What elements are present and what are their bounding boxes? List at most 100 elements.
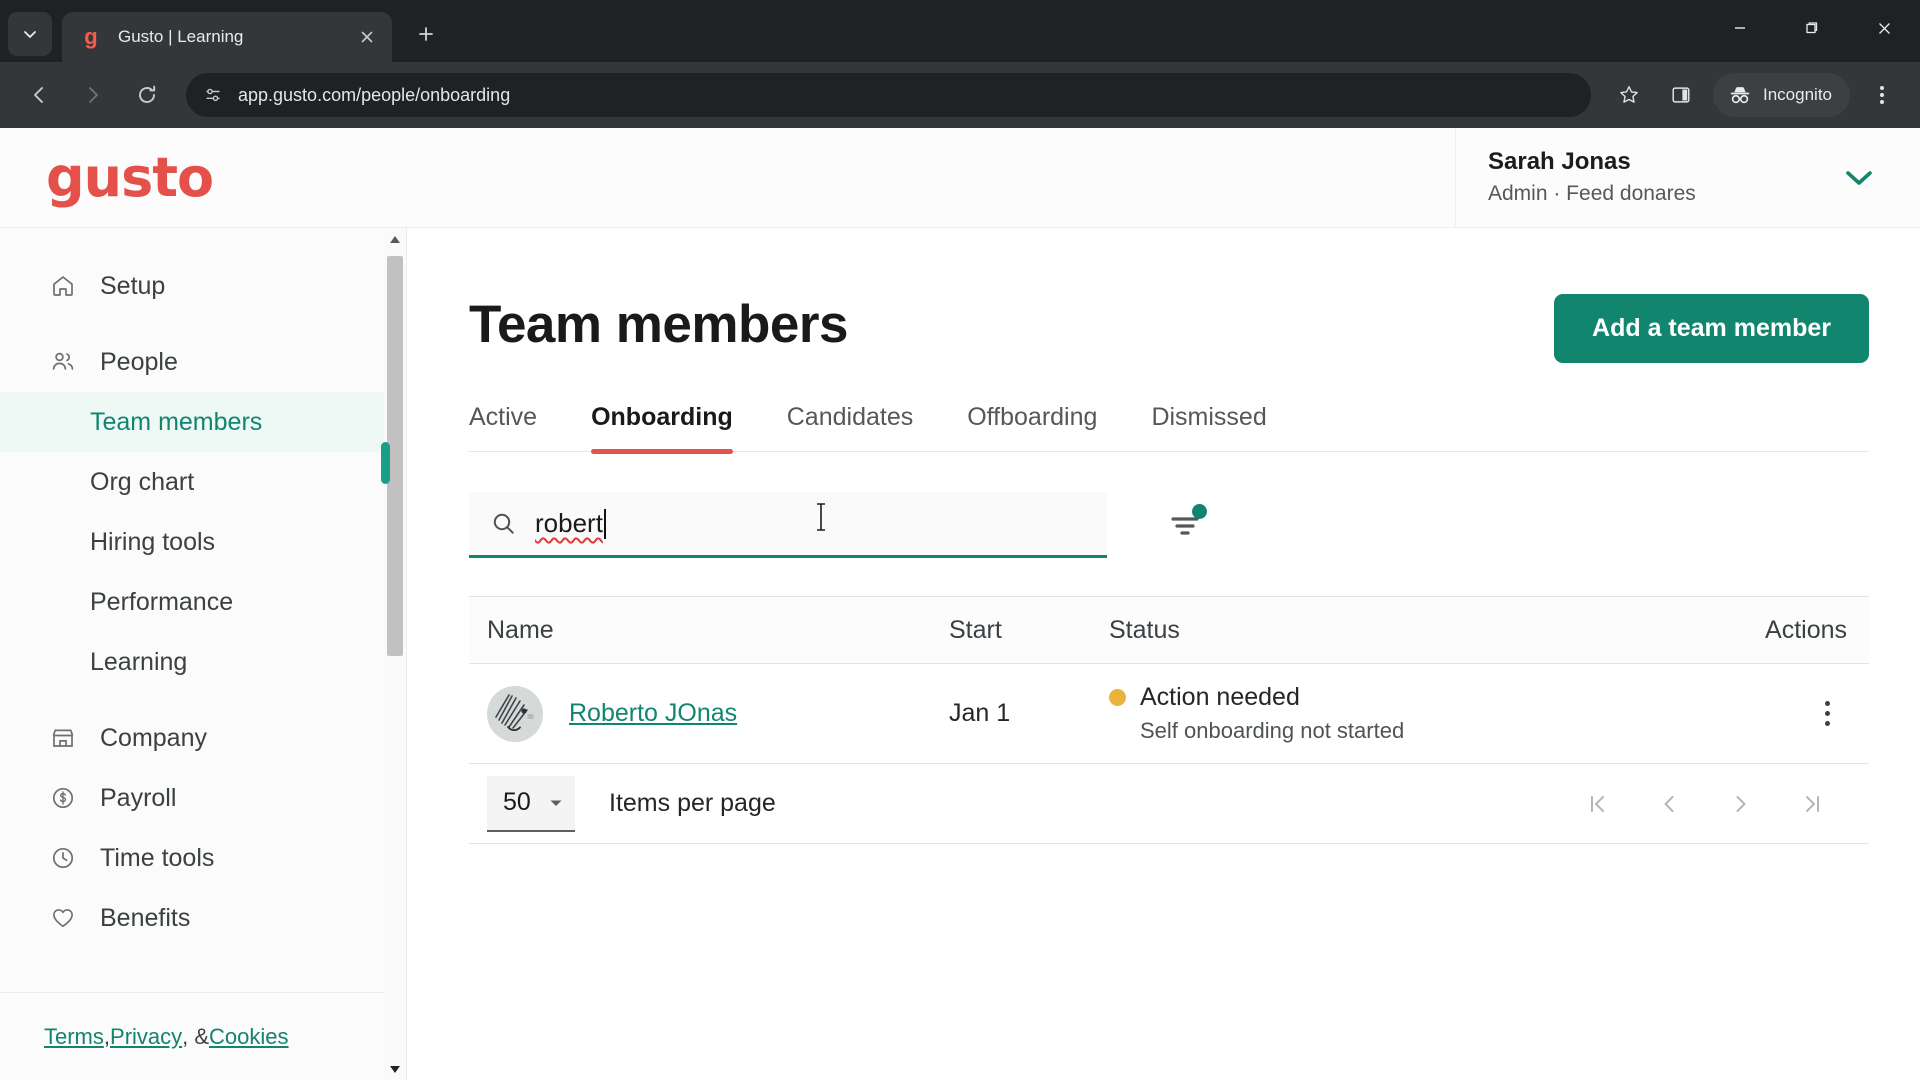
cell-actions [1689, 701, 1869, 726]
back-button[interactable] [17, 73, 61, 117]
incognito-icon [1730, 87, 1750, 104]
next-page-icon [1736, 795, 1746, 812]
sidebar-item-label: Setup [100, 271, 166, 300]
text-caret [603, 508, 606, 539]
user-menu-chevron[interactable] [1844, 169, 1874, 187]
toolbar-right-group: Incognito [1603, 73, 1908, 117]
scroll-up-icon [390, 235, 400, 243]
cell-name: Roberto JOnas [469, 685, 949, 742]
dollar-circle-icon [48, 785, 78, 811]
items-per-page-label: Items per page [609, 789, 776, 817]
window-close-button[interactable] [1848, 0, 1920, 56]
scroll-up-button[interactable] [384, 228, 406, 250]
status-sublabel: Self onboarding not started [1140, 718, 1405, 743]
side-panel-button[interactable] [1659, 73, 1703, 117]
minimize-button[interactable] [1704, 0, 1776, 56]
items-per-page-select[interactable]: 50 [487, 775, 575, 832]
footer-separator: , & [182, 1023, 210, 1049]
search-value: robert [535, 508, 603, 538]
user-name: Sarah Jonas [1488, 148, 1631, 176]
star-icon [1620, 86, 1638, 103]
chevron-down-icon [550, 800, 562, 806]
back-arrow-icon [34, 87, 43, 103]
sidebar-scrollbar[interactable] [381, 228, 406, 1080]
scroll-down-button[interactable] [384, 1058, 406, 1080]
window-close-icon [1878, 22, 1890, 34]
add-team-member-button[interactable]: Add a team member [1554, 294, 1869, 363]
three-dot-menu-icon [1880, 86, 1884, 104]
privacy-link[interactable]: Privacy [110, 1024, 182, 1050]
tune-icon [206, 88, 220, 102]
bookmark-button[interactable] [1607, 73, 1651, 117]
cookies-link[interactable]: Cookies [209, 1024, 288, 1050]
user-info: Sarah Jonas Admin · Feed donares [1488, 146, 1696, 209]
user-menu[interactable]: Sarah Jonas Admin · Feed donares [1455, 128, 1920, 228]
sidebar-item-people[interactable]: People [0, 332, 406, 392]
last-page-icon [1806, 795, 1819, 812]
main-content: Team members Add a team member Active On… [407, 228, 1920, 1080]
sidebar-item-label: Payroll [100, 783, 177, 812]
maximize-button[interactable] [1776, 0, 1848, 56]
sidebar-item-benefits[interactable]: Benefits [0, 888, 406, 948]
url-text: app.gusto.com/people/onboarding [238, 84, 511, 105]
sidebar-item-label: Company [100, 723, 207, 752]
kebab-menu-icon [1824, 701, 1830, 706]
first-page-icon [1591, 795, 1604, 812]
browser-tab[interactable]: g Gusto | Learning [62, 12, 392, 62]
forward-arrow-icon [89, 87, 98, 103]
gusto-logo[interactable]: gusto [46, 150, 214, 205]
first-page-button[interactable] [1561, 774, 1633, 834]
sidebar-item-performance[interactable]: Performance [0, 572, 406, 632]
sidebar-item-hiring-tools[interactable]: Hiring tools [0, 512, 406, 572]
filter-button[interactable] [1159, 498, 1213, 552]
sidebar-item-payroll[interactable]: Payroll [0, 768, 406, 828]
page-title-row: Team members Add a team member [469, 294, 1869, 363]
window-controls [1704, 0, 1920, 56]
tab-onboarding[interactable]: Onboarding [591, 403, 733, 454]
chevron-down-icon [1846, 170, 1872, 185]
tab-candidates[interactable]: Candidates [787, 403, 913, 451]
search-input[interactable]: robert [469, 492, 1107, 558]
status-dot-icon [1109, 689, 1126, 706]
chevron-down-icon [24, 31, 36, 38]
tab-active[interactable]: Active [469, 403, 537, 451]
previous-page-button[interactable] [1633, 774, 1705, 834]
last-page-button[interactable] [1777, 774, 1849, 834]
tab-close-button[interactable] [354, 24, 380, 50]
heart-icon [48, 905, 78, 931]
gusto-favicon: g [84, 24, 98, 49]
sidebar-item-company[interactable]: Company [0, 708, 406, 768]
team-member-name-link[interactable]: Roberto JOnas [569, 699, 737, 728]
previous-page-icon [1664, 795, 1674, 812]
sidebar-item-learning[interactable]: Learning [0, 632, 406, 692]
address-bar[interactable]: app.gusto.com/people/onboarding [186, 73, 1591, 117]
sidebar-item-team-members[interactable]: Team members [0, 392, 406, 452]
sidebar-item-org-chart[interactable]: Org chart [0, 452, 406, 512]
tab-offboarding[interactable]: Offboarding [967, 403, 1097, 451]
browser-menu-button[interactable] [1860, 73, 1904, 117]
pagination-controls [1561, 774, 1869, 834]
row-actions-menu-button[interactable] [1807, 701, 1847, 726]
terms-link[interactable]: Terms [44, 1024, 104, 1050]
incognito-label: Incognito [1763, 85, 1832, 104]
user-role: Admin · Feed donares [1488, 182, 1696, 206]
reload-button[interactable] [125, 73, 169, 117]
sidebar-item-label: Team members [90, 407, 263, 436]
status-label: Action needed [1140, 683, 1300, 711]
forward-button[interactable] [71, 73, 115, 117]
incognito-indicator[interactable]: Incognito [1713, 73, 1850, 117]
tab-search-button[interactable] [8, 12, 52, 56]
scrollbar-track[interactable] [381, 250, 406, 1058]
sidebar-item-setup[interactable]: Setup [0, 256, 406, 316]
scroll-down-icon [390, 1065, 400, 1073]
sidebar-item-label: Learning [90, 647, 188, 676]
site-settings-icon[interactable] [202, 84, 224, 106]
new-tab-button[interactable] [406, 14, 446, 54]
kebab-menu-icon [1824, 711, 1830, 716]
avatar [487, 685, 543, 742]
tab-dismissed[interactable]: Dismissed [1151, 403, 1266, 451]
next-page-button[interactable] [1705, 774, 1777, 834]
filter-active-badge [1192, 504, 1207, 519]
sidebar-item-time-tools[interactable]: Time tools [0, 828, 406, 888]
table-footer: 50 Items per page [469, 764, 1869, 844]
